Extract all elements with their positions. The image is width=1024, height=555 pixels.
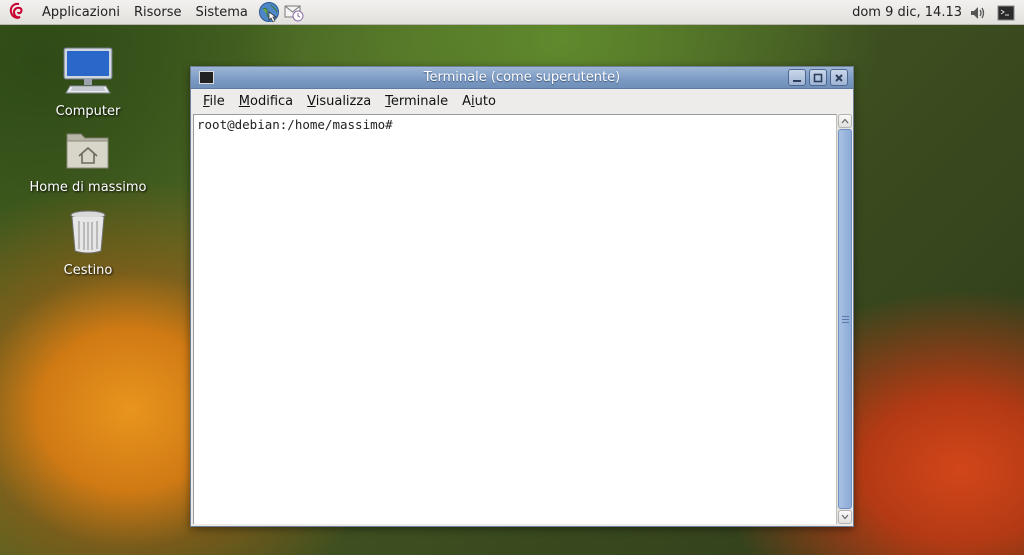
maximize-button[interactable] bbox=[809, 69, 827, 86]
window-menubar: File Modifica Visualizza Terminale Aiuto bbox=[191, 89, 853, 113]
debian-logo-icon[interactable] bbox=[8, 2, 28, 22]
desktop-icon-label: Home di massimo bbox=[29, 180, 147, 195]
desktop-icon-computer[interactable]: Computer bbox=[23, 46, 153, 119]
desktop-icon-trash[interactable]: Cestino bbox=[23, 209, 153, 278]
chevron-down-icon bbox=[841, 514, 849, 520]
menu-risorse[interactable]: Risorse bbox=[127, 0, 189, 25]
desktop-icon-label: Computer bbox=[55, 104, 121, 119]
desktop-icon-label: Cestino bbox=[63, 263, 113, 278]
trash-icon bbox=[70, 210, 106, 254]
terminal-window: Terminale (come superutente) File Modifi… bbox=[190, 66, 854, 527]
vertical-scrollbar[interactable] bbox=[836, 114, 852, 524]
chevron-up-icon bbox=[841, 118, 849, 124]
menu-sistema[interactable]: Sistema bbox=[188, 0, 254, 25]
window-titlebar[interactable]: Terminale (come superutente) bbox=[191, 67, 853, 89]
scroll-up-button[interactable] bbox=[838, 114, 852, 128]
home-folder-icon bbox=[66, 133, 109, 169]
menu-modifica[interactable]: Modifica bbox=[232, 94, 300, 109]
terminal-tray-icon[interactable] bbox=[996, 3, 1016, 23]
close-icon bbox=[835, 73, 843, 82]
computer-icon bbox=[63, 47, 113, 94]
maximize-icon bbox=[813, 73, 823, 82]
menu-terminale[interactable]: Terminale bbox=[378, 94, 455, 109]
window-title: Terminale (come superutente) bbox=[423, 69, 621, 85]
menu-applicazioni[interactable]: Applicazioni bbox=[35, 0, 127, 25]
menu-visualizza[interactable]: Visualizza bbox=[300, 94, 378, 109]
scroll-down-button[interactable] bbox=[838, 510, 852, 524]
panel-clock[interactable]: dom 9 dic, 14.13 bbox=[852, 5, 962, 20]
shell-prompt: root@debian:/home/massimo# bbox=[197, 117, 393, 132]
minimize-icon bbox=[793, 79, 801, 82]
top-panel: Applicazioni Risorse Sistema dom 9 dic, … bbox=[0, 0, 1024, 25]
menu-file[interactable]: File bbox=[196, 94, 232, 109]
volume-icon[interactable] bbox=[968, 3, 988, 23]
scroll-thumb[interactable] bbox=[838, 129, 852, 509]
minimize-button[interactable] bbox=[788, 69, 806, 86]
menu-aiuto[interactable]: Aiuto bbox=[455, 94, 503, 109]
desktop-icon-home[interactable]: Home di massimo bbox=[23, 128, 153, 195]
terminal-text-area[interactable]: root@debian:/home/massimo# bbox=[193, 114, 836, 524]
email-client-icon[interactable] bbox=[283, 1, 305, 23]
close-button[interactable] bbox=[830, 69, 848, 86]
web-browser-icon[interactable] bbox=[258, 1, 280, 23]
